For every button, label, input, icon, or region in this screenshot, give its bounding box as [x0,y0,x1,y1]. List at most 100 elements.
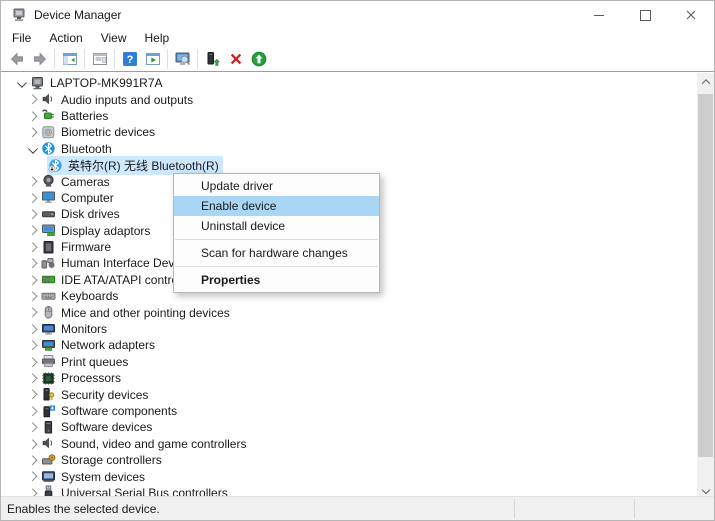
device-manager-app-icon [11,7,27,23]
chevron-right-icon[interactable] [24,370,40,386]
toolbar-separator [114,48,115,69]
tree-item-label: Computer [61,190,114,205]
tree-item-label: Print queues [61,354,129,369]
tree-item[interactable]: Batteries [1,108,714,124]
action-window-button[interactable] [141,47,164,70]
context-menu-item-uninstall-device[interactable]: Uninstall device [174,216,379,236]
audio-icon [41,92,56,107]
tree-item[interactable]: Sound, video and game controllers [1,436,714,452]
biometric-icon [41,125,56,140]
chevron-right-icon[interactable] [24,272,40,288]
back-arrow-icon [9,51,25,67]
tree-item[interactable]: System devices [1,468,714,484]
tree-item[interactable]: Mice and other pointing devices [1,304,714,320]
status-bar: Enables the selected device. [1,496,714,520]
chevron-right-icon[interactable] [24,354,40,370]
chevron-right-icon[interactable] [24,239,40,255]
security-icon [41,387,56,402]
properties-window-icon [92,51,108,67]
bluetooth-disabled-icon [48,158,63,173]
action-window-icon [145,51,161,67]
tree-item[interactable]: Biometric devices [1,124,714,140]
show-console-tree-button[interactable] [58,47,81,70]
disk-icon [41,207,56,222]
update-driver-button[interactable] [247,47,270,70]
chevron-right-icon[interactable] [24,403,40,419]
network-icon [41,338,56,353]
context-menu-item-properties[interactable]: Properties [174,270,379,290]
tree-item[interactable]: Processors [1,370,714,386]
chevron-right-icon[interactable] [24,469,40,485]
uninstall-device-button[interactable] [224,47,247,70]
scan-hardware-icon [175,51,191,67]
tree-item[interactable]: Bluetooth [1,141,714,157]
printer-icon [41,354,56,369]
chevron-right-icon[interactable] [24,174,40,190]
chevron-right-icon[interactable] [24,305,40,321]
back-arrow-button[interactable] [5,47,28,70]
chevron-down-icon[interactable] [24,141,40,157]
tree-item[interactable]: 英特尔(R) 无线 Bluetooth(R) [1,155,714,175]
menu-file[interactable]: File [3,30,40,46]
show-console-tree-icon [62,51,78,67]
minimize-button[interactable] [576,1,622,29]
chevron-right-icon[interactable] [24,223,40,239]
scrollbar-thumb[interactable] [698,94,713,457]
chevron-right-icon[interactable] [24,190,40,206]
chevron-right-icon[interactable] [24,108,40,124]
chevron-right-icon[interactable] [24,206,40,222]
menu-help[interactable]: Help [136,30,179,46]
chevron-right-icon[interactable] [24,419,40,435]
menu-action[interactable]: Action [40,30,91,46]
tree-item[interactable]: LAPTOP-MK991R7A [1,75,714,91]
properties-window-button[interactable] [88,47,111,70]
menu-view[interactable]: View [92,30,136,46]
tree-item[interactable]: Software devices [1,419,714,435]
chevron-right-icon[interactable] [24,92,40,108]
chevron-right-icon[interactable] [24,452,40,468]
tree-item[interactable]: Monitors [1,321,714,337]
tree-item[interactable]: Security devices [1,386,714,402]
tree-item[interactable]: Software components [1,403,714,419]
processor-icon [41,371,56,386]
maximize-icon [639,9,651,21]
tree-item-label: Security devices [61,387,149,402]
context-menu-item-scan-for-hardware-changes[interactable]: Scan for hardware changes [174,243,379,263]
chevron-right-icon[interactable] [24,255,40,271]
tree-item-label: LAPTOP-MK991R7A [50,76,163,91]
chevron-right-icon[interactable] [24,387,40,403]
chevron-right-icon[interactable] [24,288,40,304]
tree-item[interactable]: Network adapters [1,337,714,353]
help-button[interactable]: ? [118,47,141,70]
enable-device-button[interactable] [201,47,224,70]
tree-item-label: Display adaptors [61,223,151,238]
monitor-icon [41,322,56,337]
vertical-scrollbar[interactable] [697,73,714,498]
tree-item[interactable]: Print queues [1,354,714,370]
software-component-icon [41,404,56,419]
chevron-right-icon[interactable] [24,321,40,337]
toolbar-separator [167,48,168,69]
context-menu-separator [175,266,378,267]
status-text: Enables the selected device. [7,501,160,516]
chevron-right-icon[interactable] [24,124,40,140]
tree-item[interactable]: Storage controllers [1,452,714,468]
tree-item-label: Software components [61,404,178,418]
chevron-right-icon[interactable] [24,436,40,452]
camera-icon [41,174,56,189]
scroll-up-button[interactable] [697,73,714,90]
tree-item[interactable]: Audio inputs and outputs [1,91,714,107]
context-menu-item-update-driver[interactable]: Update driver [174,176,379,196]
forward-arrow-button[interactable] [28,47,51,70]
chevron-right-icon[interactable] [24,337,40,353]
tree-item-label: Firmware [61,240,111,255]
chevron-down-icon[interactable] [13,75,29,91]
toolbar-separator [197,48,198,69]
tree-item-label: Bluetooth [61,141,112,156]
menu-bar: File Action View Help [1,29,714,46]
tree-item-label: Batteries [61,108,109,123]
maximize-button[interactable] [622,1,668,29]
context-menu-item-enable-device[interactable]: Enable device [174,196,379,216]
close-button[interactable] [668,1,714,29]
scan-hardware-button[interactable] [171,47,194,70]
